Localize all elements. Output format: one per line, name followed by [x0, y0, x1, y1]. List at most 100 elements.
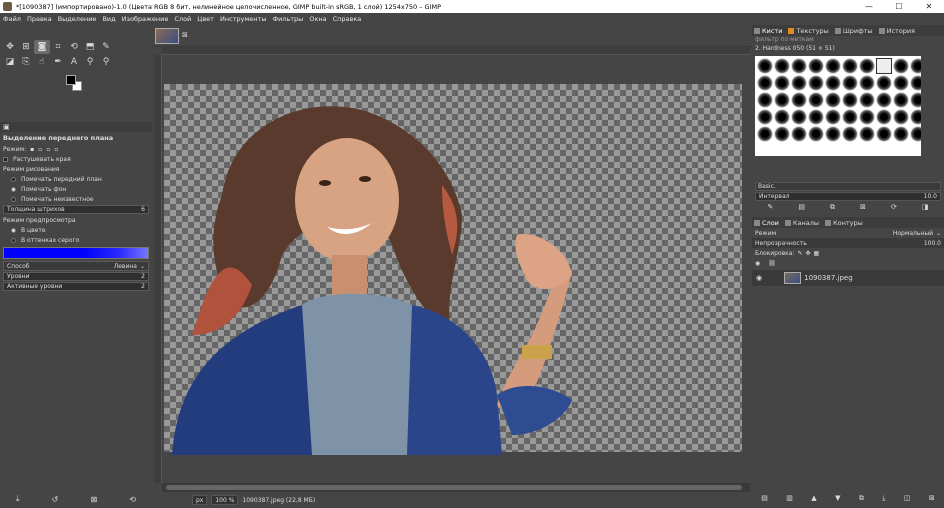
brush-item[interactable]	[842, 92, 858, 108]
zoom-tool-icon[interactable]: ⚲	[98, 55, 114, 69]
brush-item[interactable]	[757, 75, 773, 91]
new-layer-icon[interactable]: ▤	[761, 494, 768, 506]
new-group-icon[interactable]: ▥	[786, 494, 793, 506]
brush-item[interactable]	[910, 126, 921, 142]
engine-value[interactable]: Левина	[114, 263, 137, 270]
draw-background-radio[interactable]	[11, 186, 16, 192]
brush-item[interactable]	[825, 126, 841, 142]
brush-item[interactable]	[774, 126, 790, 142]
brush-item[interactable]	[791, 109, 807, 125]
foreground-color[interactable]	[66, 75, 76, 85]
lower-layer-icon[interactable]: ▼	[835, 494, 840, 506]
path-tool-icon[interactable]: ✒	[50, 55, 66, 69]
brush-item[interactable]	[808, 58, 824, 74]
tab-fonts[interactable]: Шрифты	[834, 27, 873, 35]
levels-value[interactable]: 2	[141, 273, 145, 280]
brush-item[interactable]	[842, 109, 858, 125]
delete-layer-icon[interactable]: ⊠	[929, 494, 935, 506]
brush-item-selected[interactable]	[876, 58, 892, 74]
brush-open-icon[interactable]: ◨	[922, 203, 929, 213]
brush-grid[interactable]	[755, 56, 921, 156]
lock-pixels-icon[interactable]: ✎	[797, 250, 802, 257]
crop-tool-icon[interactable]: ⌗	[50, 40, 66, 54]
lock-position-icon[interactable]: ✥	[806, 250, 811, 257]
active-levels-value[interactable]: 2	[141, 283, 145, 290]
spacing-value[interactable]: 10.0	[924, 193, 937, 200]
brush-item[interactable]	[876, 75, 892, 91]
clone-tool-icon[interactable]: ⎘	[18, 55, 34, 69]
brush-item[interactable]	[910, 75, 921, 91]
tab-channels[interactable]: Каналы	[784, 219, 819, 227]
reset-options-icon[interactable]: ⟲	[129, 495, 136, 504]
warp-tool-icon[interactable]: ⬒	[82, 40, 98, 54]
layer-name[interactable]: 1090387.jpeg	[804, 274, 853, 282]
delete-options-icon[interactable]: ⊠	[90, 495, 97, 504]
merge-layer-icon[interactable]: ⤓	[882, 494, 885, 506]
opacity-value[interactable]: 100.0	[924, 240, 941, 247]
layer-thumbnail[interactable]	[784, 272, 802, 284]
preview-gray-radio[interactable]	[11, 237, 16, 243]
stroke-width-field[interactable]: Толщина штрихов 6	[3, 205, 149, 214]
brush-item[interactable]	[893, 109, 909, 125]
brush-item[interactable]	[808, 75, 824, 91]
brush-item[interactable]	[825, 109, 841, 125]
brush-item[interactable]	[910, 58, 921, 74]
brush-item[interactable]	[893, 126, 909, 142]
raise-layer-icon[interactable]: ▲	[811, 494, 816, 506]
brush-item[interactable]	[774, 92, 790, 108]
maximize-button[interactable]: ☐	[884, 2, 914, 11]
close-button[interactable]: ✕	[914, 2, 944, 11]
mode-add-icon[interactable]: ▫	[38, 146, 42, 153]
mode-replace-icon[interactable]: ▪	[30, 146, 34, 153]
menu-help[interactable]: Справка	[333, 15, 362, 23]
tab-paths[interactable]: Контуры	[825, 219, 863, 227]
stroke-width-value[interactable]: 6	[141, 206, 145, 213]
preview-color-radio[interactable]	[11, 227, 16, 233]
opacity-row[interactable]: Непрозрачность 100.0	[752, 238, 944, 248]
move-tool-icon[interactable]: ✥	[2, 40, 18, 54]
brush-item[interactable]	[774, 109, 790, 125]
tab-brushes[interactable]: Кисти	[754, 27, 782, 35]
menu-layer[interactable]: Слой	[174, 15, 191, 23]
menu-file[interactable]: Файл	[3, 15, 21, 23]
layer-item[interactable]: ◉ 1090387.jpeg	[752, 270, 944, 286]
brush-item[interactable]	[825, 58, 841, 74]
brush-item[interactable]	[859, 58, 875, 74]
brush-item[interactable]	[859, 109, 875, 125]
eraser-tool-icon[interactable]: ◪	[2, 55, 18, 69]
preview-color-swatch[interactable]	[3, 247, 149, 259]
brush-tag-filter[interactable]: фильтр по меткам	[752, 36, 944, 45]
layer-mode-row[interactable]: Режим Нормальный ⌄	[752, 228, 944, 238]
menu-view[interactable]: Вид	[102, 15, 115, 23]
brush-item[interactable]	[757, 109, 773, 125]
brush-item[interactable]	[893, 58, 909, 74]
color-swatches[interactable]	[66, 75, 88, 93]
spacing-field[interactable]: Интервал 10.0	[755, 192, 941, 201]
color-picker-icon[interactable]: ⚲	[82, 55, 98, 69]
brush-item[interactable]	[893, 92, 909, 108]
image-tab-thumbnail[interactable]	[155, 28, 179, 44]
mask-icon[interactable]: ◫	[904, 494, 911, 506]
brush-item[interactable]	[791, 75, 807, 91]
brush-new-icon[interactable]: ▤	[798, 203, 805, 213]
brush-item[interactable]	[876, 109, 892, 125]
canvas-viewport[interactable]	[162, 55, 750, 483]
brush-item[interactable]	[876, 126, 892, 142]
mode-subtract-icon[interactable]: ▫	[46, 146, 50, 153]
align-tool-icon[interactable]: ⊞	[18, 40, 34, 54]
menu-tools[interactable]: Инструменты	[220, 15, 267, 23]
brush-item[interactable]	[774, 58, 790, 74]
save-options-icon[interactable]: ⤓	[16, 494, 20, 504]
brush-preset-select[interactable]: Basic.	[755, 182, 941, 191]
canvas-image[interactable]	[162, 55, 750, 483]
text-tool-icon[interactable]: A	[66, 55, 82, 69]
brush-item[interactable]	[859, 126, 875, 142]
tab-patterns[interactable]: Текстуры	[788, 27, 829, 35]
draw-unknown-radio[interactable]	[11, 196, 16, 202]
brush-item[interactable]	[859, 75, 875, 91]
restore-options-icon[interactable]: ↺	[52, 495, 59, 504]
lock-alpha-icon[interactable]: ▦	[814, 250, 820, 257]
brush-item[interactable]	[842, 126, 858, 142]
brush-refresh-icon[interactable]: ⟳	[891, 203, 897, 213]
brush-item[interactable]	[825, 75, 841, 91]
